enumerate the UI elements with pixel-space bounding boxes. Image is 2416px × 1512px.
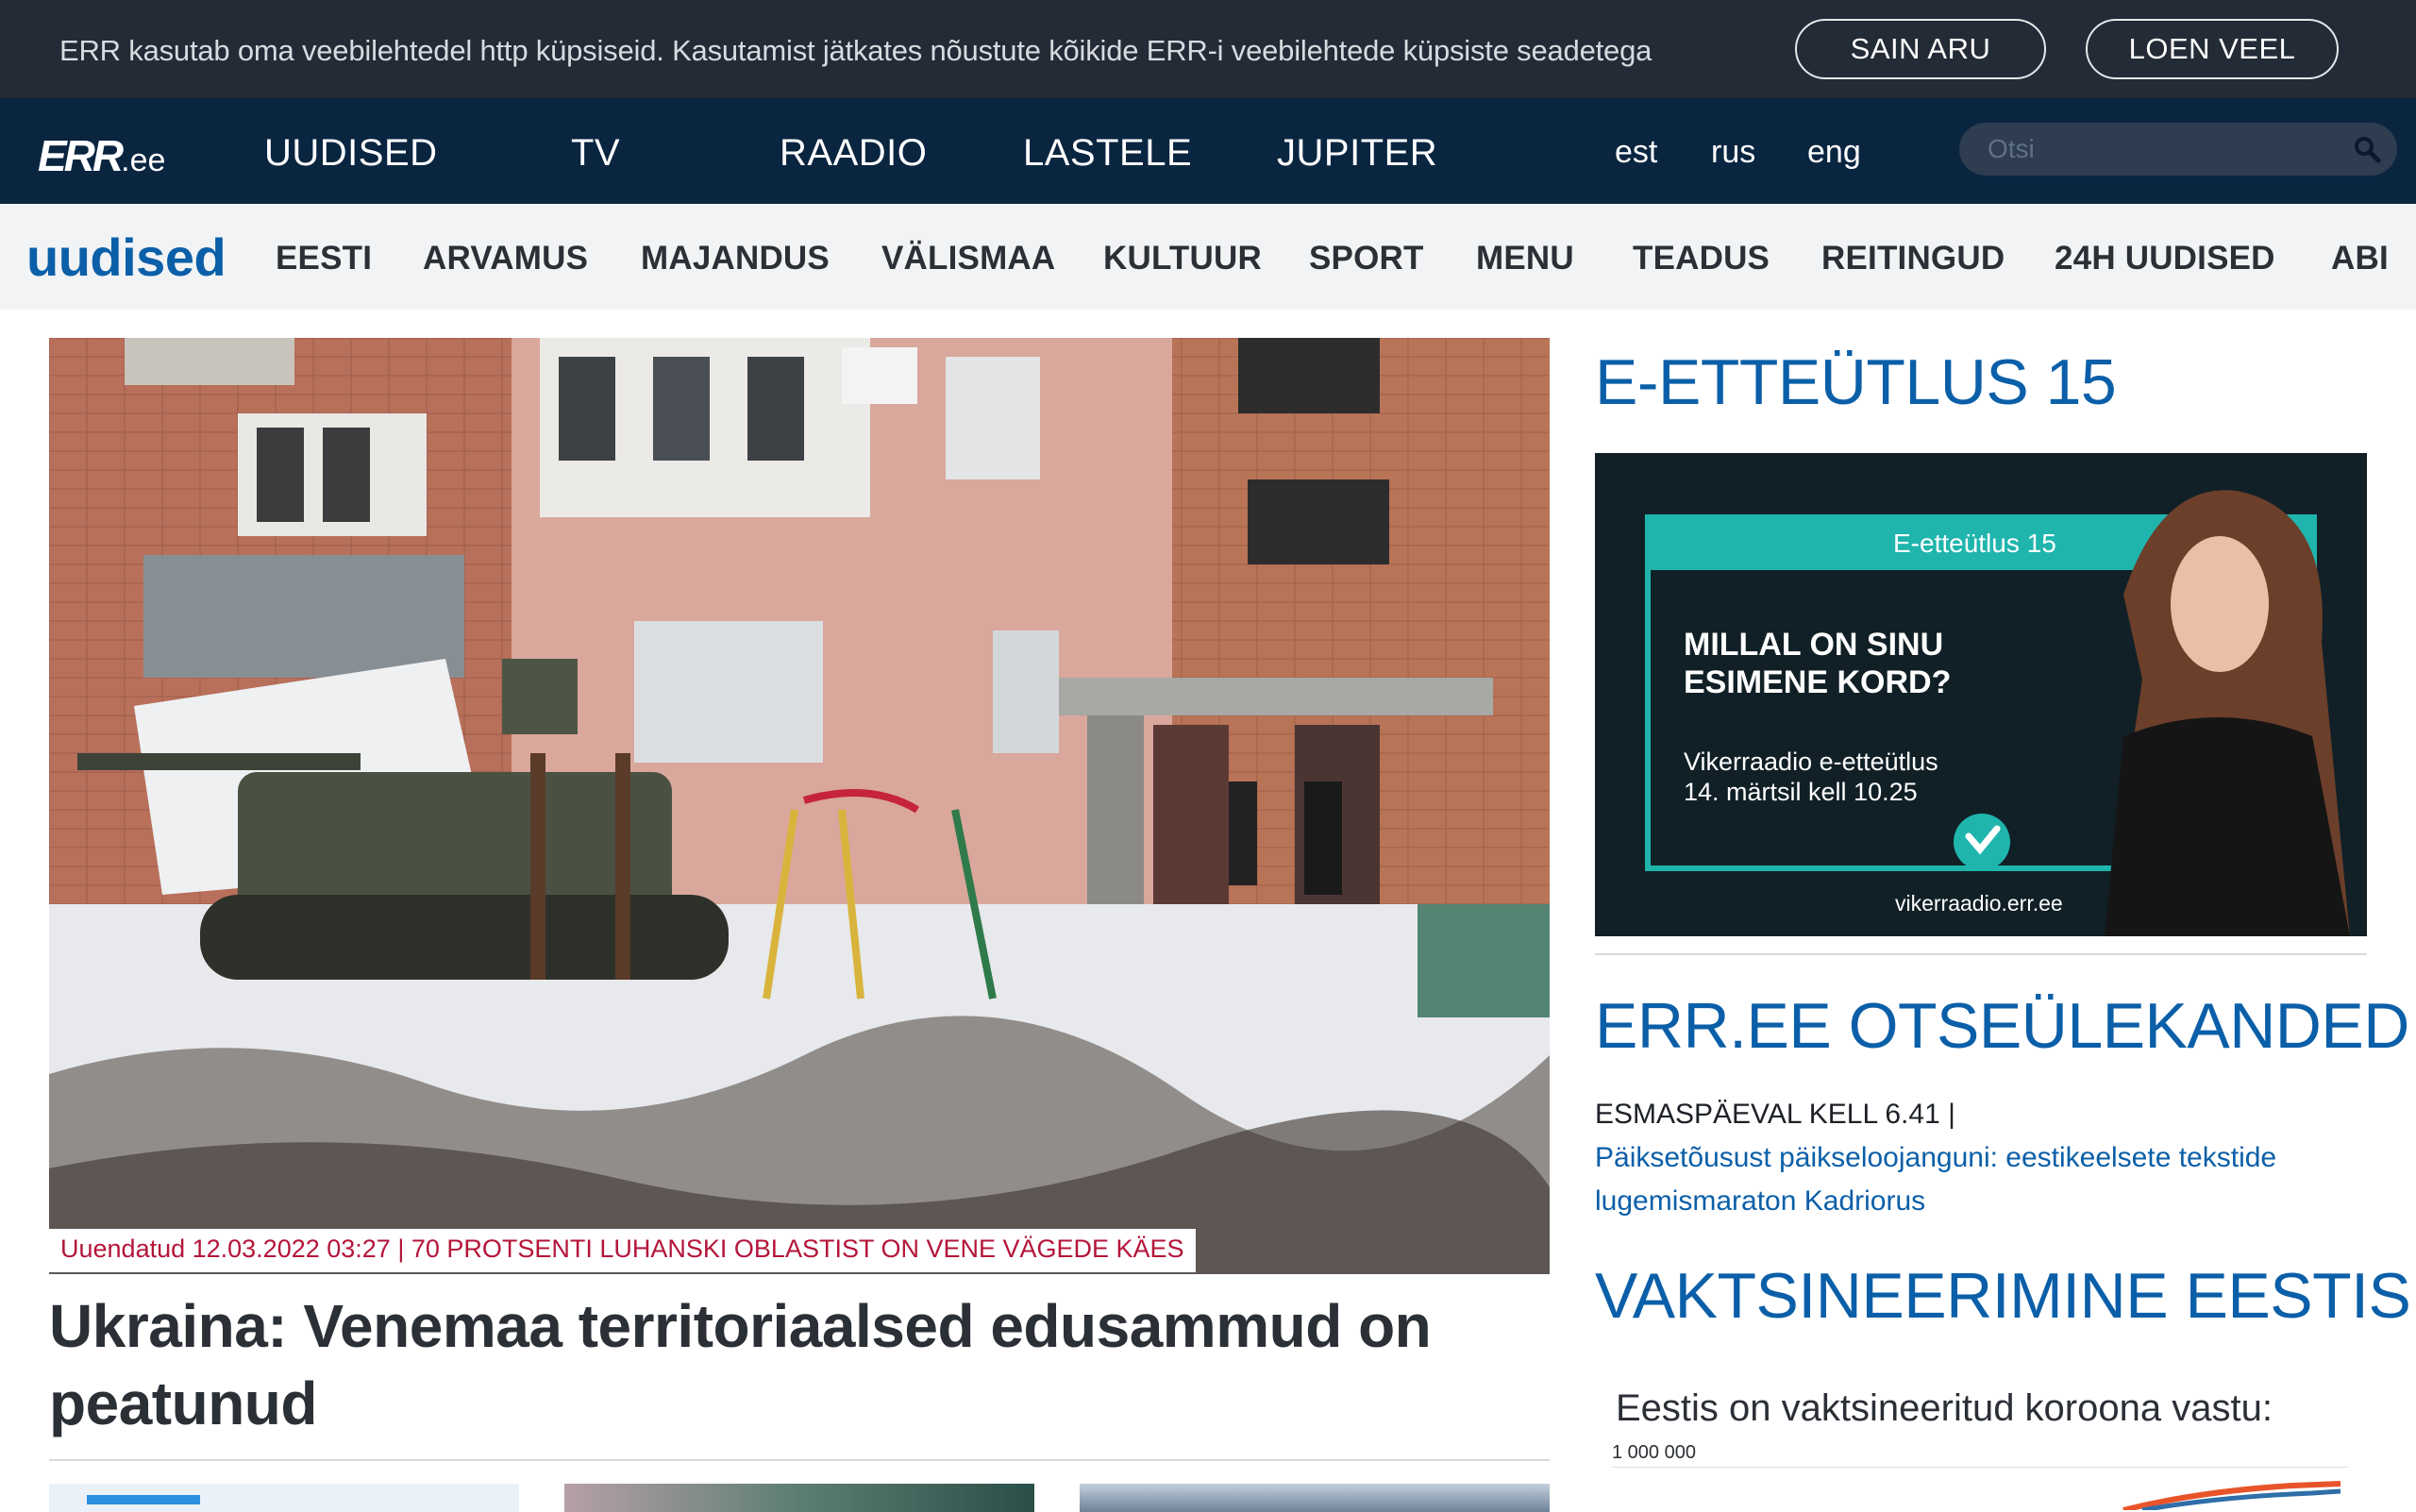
cookie-accept-button[interactable]: SAIN ARU (1795, 19, 2046, 79)
subnav-item-sport[interactable]: SPORT (1309, 240, 1424, 277)
subnav-item-24h-uudised[interactable]: 24H UUDISED (2055, 240, 2275, 277)
promo-headline-line-1: MILLAL ON SINU (1684, 627, 1944, 663)
nav-item-uudised[interactable]: UUDISED (264, 132, 438, 175)
lang-eng-link[interactable]: eng (1807, 134, 1861, 171)
hero-caption: Uuendatud 12.03.2022 03:27 | 70 PROTSENT… (49, 1229, 1196, 1272)
promo-banner[interactable]: E-etteütlus 15 MILLAL ON SINU ESIMENE KO… (1595, 453, 2367, 936)
main-navigation: ERR.ee UUDISED TV RAADIO LASTELE JUPITER… (0, 98, 2416, 204)
promo-tag: E-etteütlus 15 (1893, 529, 2056, 558)
search-box (1959, 123, 2397, 176)
sidebar-divider (1595, 953, 2367, 955)
nav-item-jupiter[interactable]: JUPITER (1277, 132, 1437, 175)
promo-headline-line-2: ESIMENE KORD? (1684, 664, 1952, 700)
nav-item-raadio[interactable]: RAADIO (780, 132, 927, 175)
promo-heading[interactable]: E-ETTEÜTLUS 15 (1595, 345, 2117, 419)
live-broadcast-time: ESMASPÄEVAL KELL 6.41 | (1595, 1099, 1955, 1130)
cookie-consent-bar: ERR kasutab oma veebilehtedel http küpsi… (0, 0, 2416, 98)
subnav-item-arvamus[interactable]: ARVAMUS (423, 240, 588, 277)
hero-photo-illustration (49, 338, 1550, 1274)
subnav-item-abi[interactable]: ABI (2331, 240, 2389, 277)
subnav-item-menu[interactable]: MENU (1476, 240, 1574, 277)
lang-rus-link[interactable]: rus (1711, 134, 1755, 171)
err-logo[interactable]: ERR.ee (38, 130, 165, 181)
search-input[interactable] (1988, 130, 2337, 168)
promo-text-line-2: 14. märtsil kell 10.25 (1684, 778, 1918, 806)
promo-text-line-1: Vikerraadio e-etteütlus (1684, 748, 1938, 776)
subnav-item-teadus[interactable]: TEADUS (1633, 240, 1770, 277)
vaccination-curve (2122, 1481, 2341, 1510)
live-broadcast-link[interactable]: Päiksetõusust päikseloojanguni: eestikee… (1595, 1136, 2367, 1223)
subnav-item-eesti[interactable]: EESTI (276, 240, 372, 277)
search-icon[interactable] (2352, 134, 2382, 164)
hero-divider (49, 1459, 1550, 1461)
logo-text: ERR (38, 131, 124, 180)
hero-headline[interactable]: Ukraina: Venemaa territoriaalsed edusamm… (49, 1287, 1550, 1442)
cookie-message: ERR kasutab oma veebilehtedel http küpsi… (59, 34, 1653, 67)
lang-est-link[interactable]: est (1615, 134, 1657, 171)
section-brand[interactable]: uudised (26, 227, 226, 288)
vaccination-widget: Eestis on vaktsineeritud koroona vastu: … (1595, 1359, 2367, 1510)
live-broadcasts-heading[interactable]: ERR.EE OTSEÜLEKANDED (1595, 989, 2409, 1063)
hero-photo[interactable] (49, 338, 1550, 1274)
subnav-item-valismaa[interactable]: VÄLISMAA (881, 240, 1055, 277)
nav-item-tv[interactable]: TV (571, 132, 620, 175)
article-thumbnail-2[interactable] (564, 1484, 1034, 1512)
article-thumbnail-3[interactable] (1080, 1484, 1550, 1512)
subnav-item-majandus[interactable]: MAJANDUS (641, 240, 830, 277)
subnav-item-reitingud[interactable]: REITINGUD (1821, 240, 2005, 277)
article-thumbnail-1[interactable] (49, 1484, 519, 1512)
promo-url: vikerraadio.err.ee (1895, 891, 2063, 916)
logo-suffix: .ee (121, 143, 166, 178)
cookie-read-more-button[interactable]: LOEN VEEL (2086, 19, 2339, 79)
section-navigation: uudised EESTI ARVAMUS MAJANDUS VÄLISMAA … (0, 204, 2416, 310)
subnav-item-kultuur[interactable]: KULTUUR (1103, 240, 1262, 277)
nav-item-lastele[interactable]: LASTELE (1023, 132, 1192, 175)
vaccination-heading[interactable]: VAKTSINEERIMINE EESTIS (1595, 1259, 2411, 1333)
